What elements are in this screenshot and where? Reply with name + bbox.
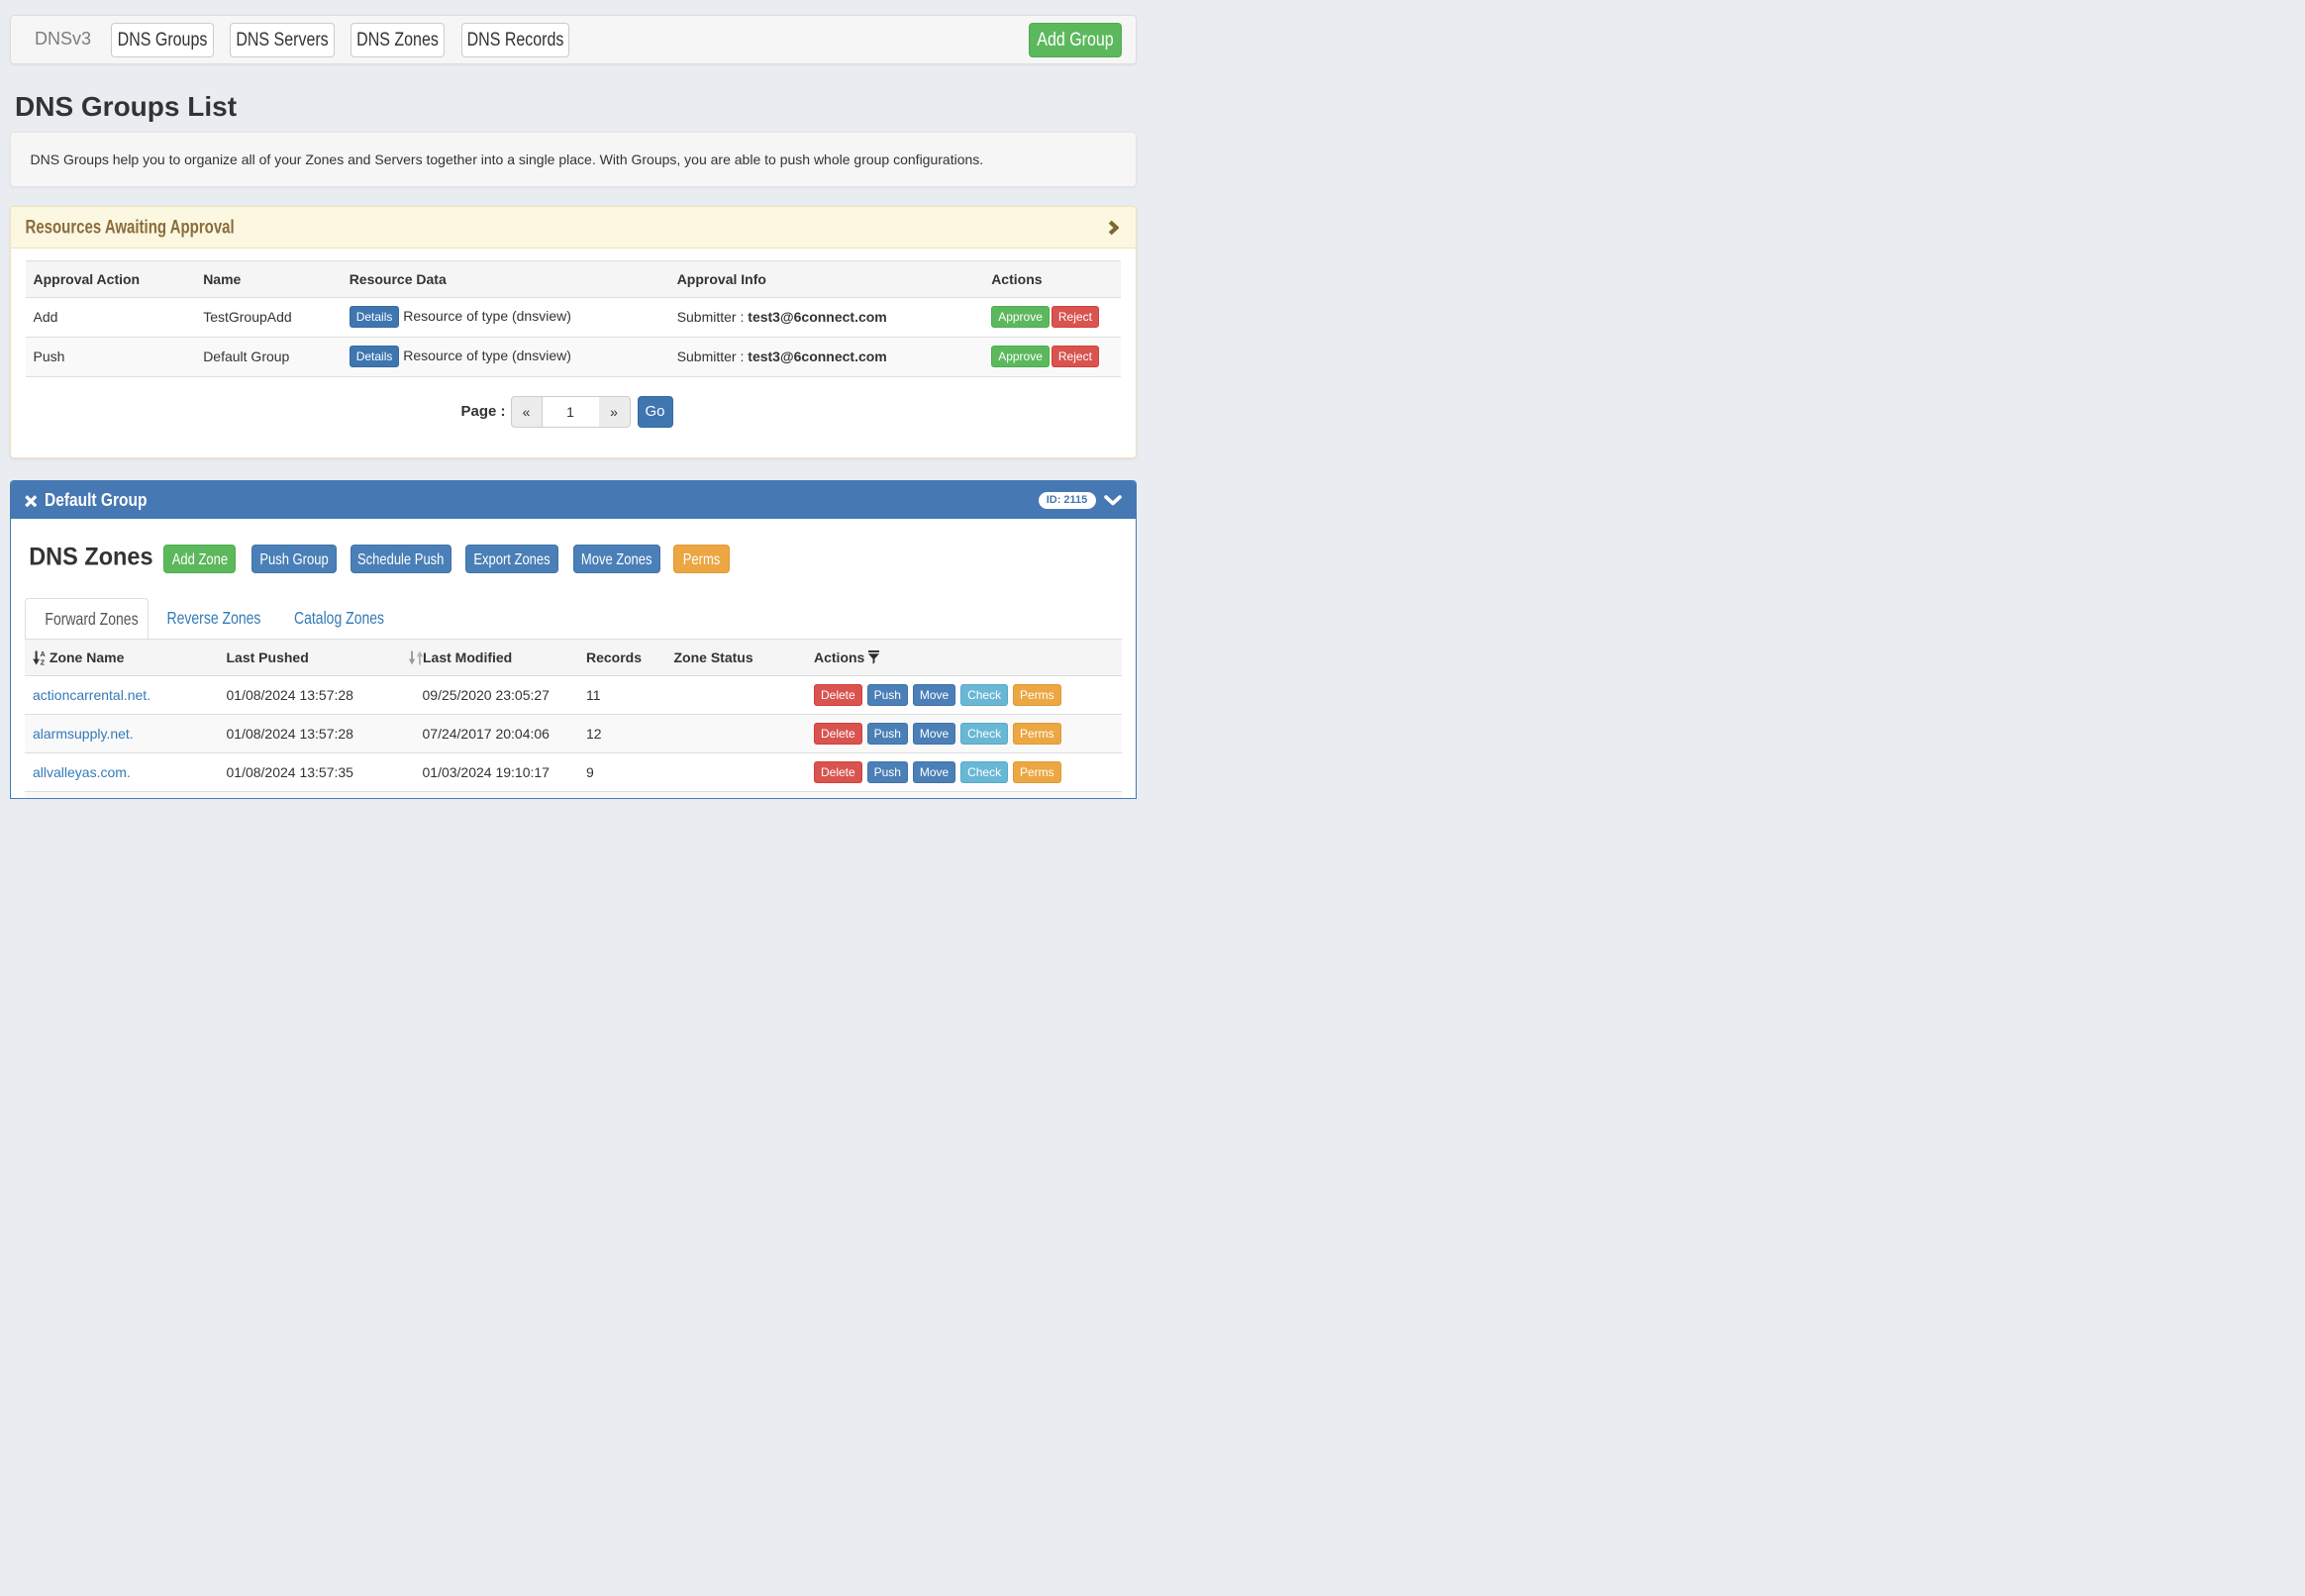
svg-text:A: A xyxy=(41,651,46,658)
svg-text:Z: Z xyxy=(41,659,46,665)
